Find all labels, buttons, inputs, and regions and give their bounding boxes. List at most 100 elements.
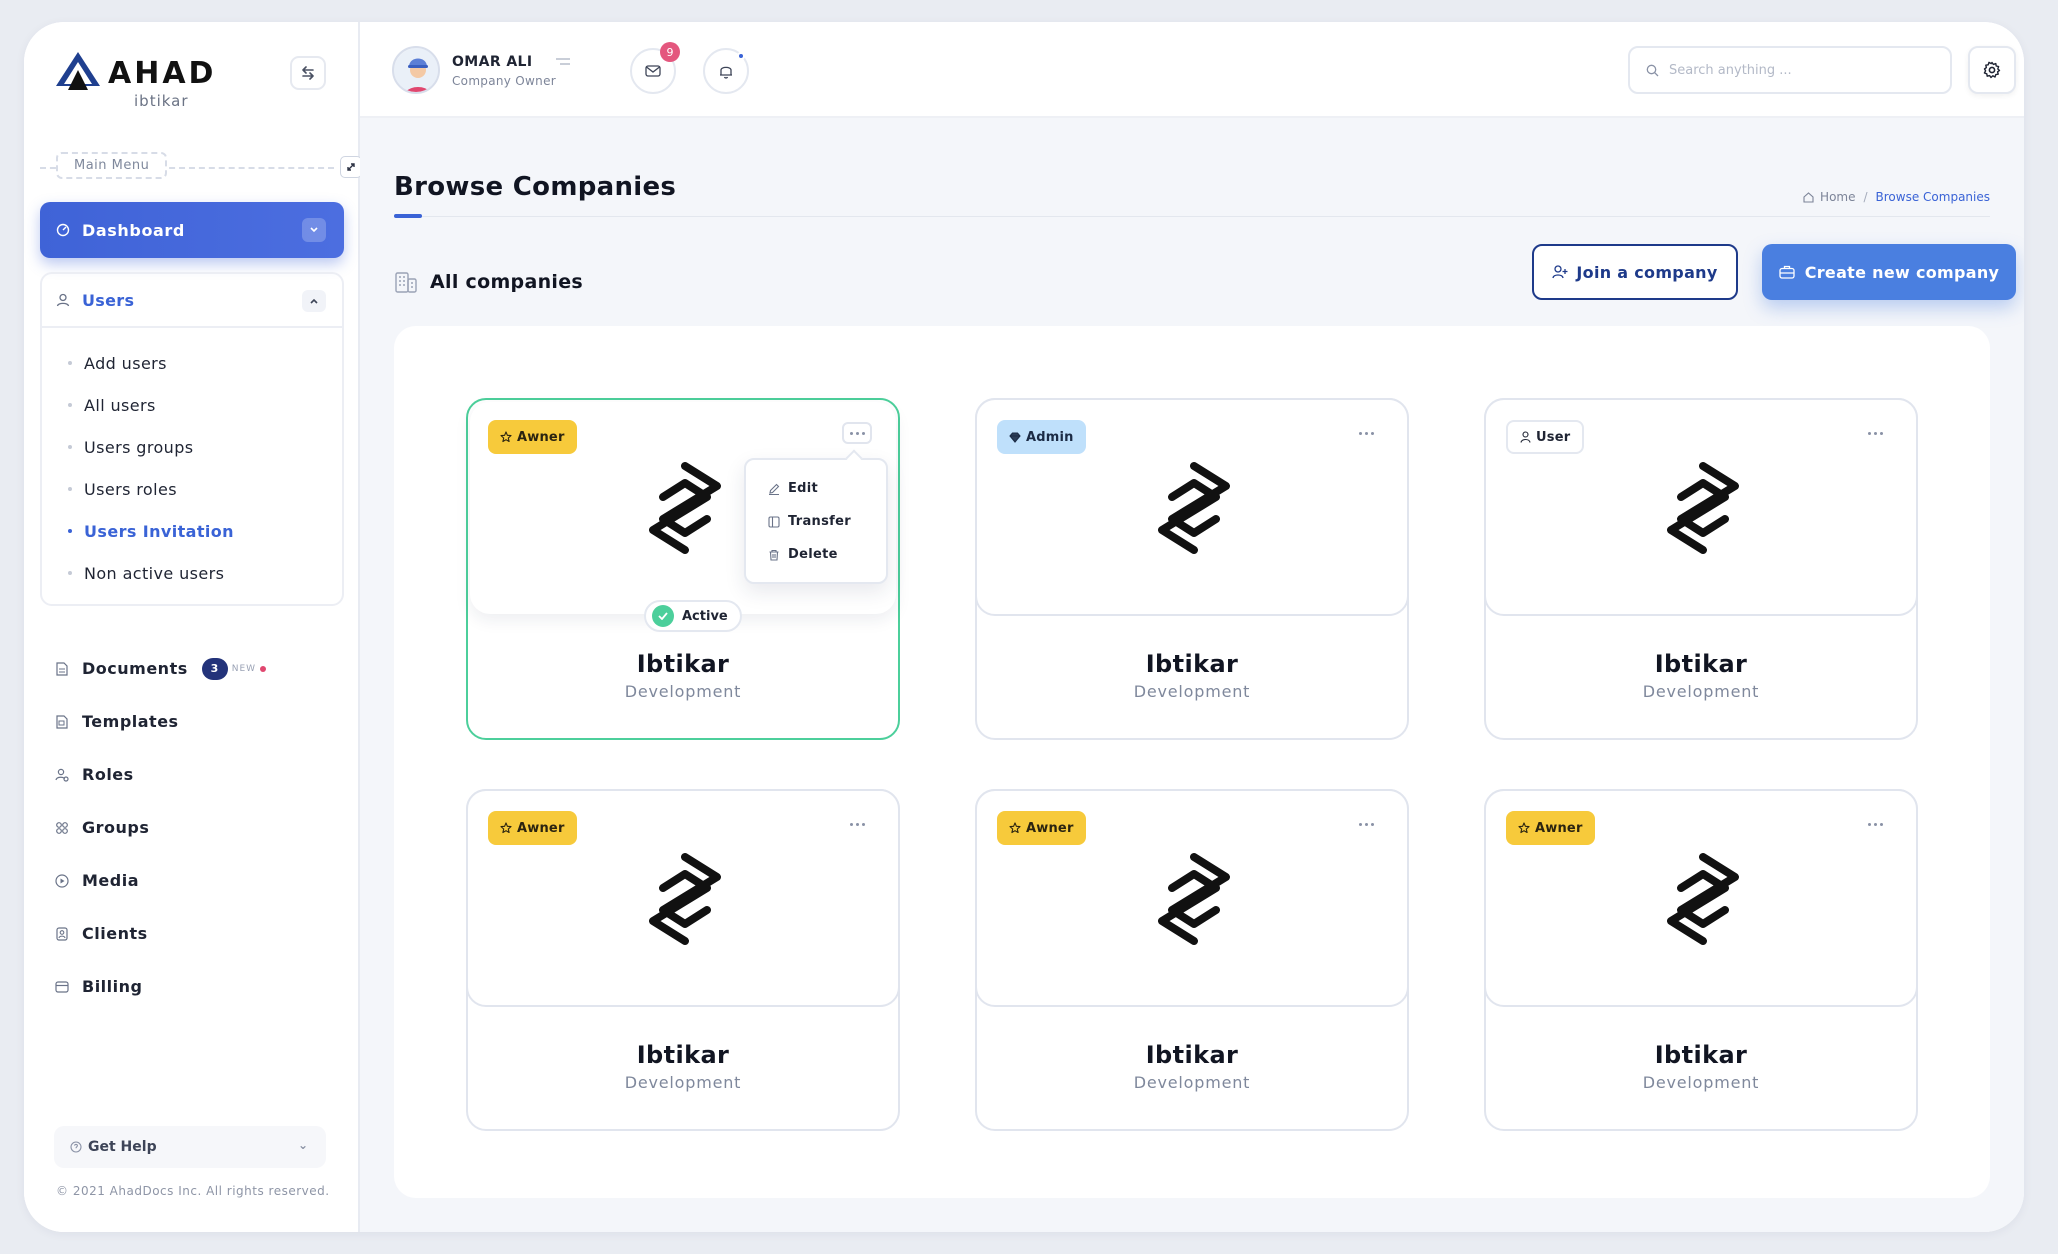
company-card[interactable]: Awner Ibtikar Development xyxy=(1484,789,1918,1131)
sidebar-item-documents[interactable]: Documents 3 NEW xyxy=(54,642,267,695)
sidebar-item-groups[interactable]: Groups xyxy=(54,801,266,854)
add-user-icon xyxy=(1552,265,1568,279)
menu-item-transfer[interactable]: Transfer xyxy=(746,505,886,538)
main-content: Browse Companies Home / Browse Companies… xyxy=(360,118,2024,1232)
company-name: Ibtikar xyxy=(1654,650,1748,678)
messages-button[interactable]: 9 xyxy=(630,42,680,94)
more-options-button[interactable] xyxy=(1351,422,1381,444)
join-company-button[interactable]: Join a company xyxy=(1532,244,1738,300)
company-logo-icon xyxy=(1158,462,1230,554)
logo[interactable]: AHAD ibtikar xyxy=(54,48,254,110)
search-field[interactable] xyxy=(1628,46,1952,94)
sidebar-item-clients[interactable]: Clients xyxy=(54,907,266,960)
template-icon xyxy=(54,714,70,730)
company-name: Ibtikar xyxy=(1654,1041,1748,1069)
create-company-button[interactable]: Create new company xyxy=(1762,244,2016,300)
dashboard-label: Dashboard xyxy=(82,220,185,240)
sidebar-item-templates[interactable]: Templates xyxy=(54,695,266,748)
home-icon xyxy=(1803,191,1814,203)
mail-icon xyxy=(645,65,661,77)
sidebar-item-media[interactable]: Media xyxy=(54,854,266,907)
search-input[interactable] xyxy=(1669,62,1929,78)
settings-button[interactable] xyxy=(1968,46,2016,94)
company-logo-icon xyxy=(649,853,721,945)
diamond-icon xyxy=(1009,431,1021,443)
sidebar-item-dashboard[interactable]: Dashboard xyxy=(40,202,344,258)
menu-lines-icon[interactable] xyxy=(556,58,570,66)
avatar[interactable] xyxy=(392,46,440,94)
briefcase-icon xyxy=(1779,265,1795,279)
breadcrumb-home[interactable]: Home xyxy=(1820,190,1855,204)
role-badge: Awner xyxy=(1506,811,1595,845)
app-window: AHAD ibtikar Main Menu Dashboard Users A… xyxy=(24,22,2024,1232)
users-label: Users xyxy=(82,290,135,310)
company-card[interactable]: Awner Ibtikar Development xyxy=(975,789,1409,1131)
more-options-button[interactable] xyxy=(842,422,872,444)
title-accent xyxy=(394,214,422,218)
role-badge: Awner xyxy=(488,420,577,454)
check-icon xyxy=(652,605,674,627)
copyright: © 2021 AhadDocs Inc. All rights reserved… xyxy=(56,1184,330,1198)
company-name: Ibtikar xyxy=(1145,1041,1239,1069)
documents-count-badge: 3 xyxy=(201,657,228,680)
expand-icon xyxy=(347,163,355,171)
more-options-button[interactable] xyxy=(842,813,872,835)
sidebar-item-all-users[interactable]: All users xyxy=(68,384,234,426)
brand-name: AHAD xyxy=(108,56,217,91)
sidebar-item-billing[interactable]: Billing xyxy=(54,960,266,1013)
dashboard-icon xyxy=(56,223,70,237)
company-category: Development xyxy=(1133,682,1251,701)
avatar-illustration-icon xyxy=(394,48,438,92)
company-category: Development xyxy=(1133,1073,1251,1092)
get-help-button[interactable]: Get Help ⌄ xyxy=(54,1126,326,1168)
users-menu-group: Users Add users All users Users groups U… xyxy=(40,272,344,606)
notifications-button[interactable] xyxy=(703,48,749,94)
user-name[interactable]: OMAR ALI xyxy=(452,54,533,70)
sidebar-item-users[interactable]: Users xyxy=(42,274,342,328)
topbar: OMAR ALI Company Owner 9 xyxy=(360,22,2024,118)
building-icon xyxy=(395,272,417,293)
user-role: Company Owner xyxy=(452,74,556,88)
sidebar-item-roles[interactable]: Roles xyxy=(54,748,266,801)
expand-menu-button[interactable] xyxy=(340,156,362,178)
company-logo-icon xyxy=(1667,853,1739,945)
documents-new-badge: NEW xyxy=(231,663,257,674)
groups-icon xyxy=(54,820,70,836)
roles-icon xyxy=(54,767,70,783)
company-card[interactable]: Awner Edit Transfer Delete Active Ibtika… xyxy=(466,398,900,740)
company-category: Development xyxy=(1642,682,1760,701)
gear-icon xyxy=(1983,61,2001,79)
transfer-icon xyxy=(768,515,780,528)
company-category: Development xyxy=(1642,1073,1760,1092)
title-divider xyxy=(394,216,1990,217)
role-badge: Admin xyxy=(997,420,1086,454)
menu-item-delete[interactable]: Delete xyxy=(746,538,886,571)
chevron-down-icon[interactable] xyxy=(302,218,326,242)
company-card[interactable]: Admin Ibtikar Development xyxy=(975,398,1409,740)
company-logo-icon xyxy=(1158,853,1230,945)
bell-icon xyxy=(720,66,732,79)
sidebar-item-users-roles[interactable]: Users roles xyxy=(68,468,234,510)
main-menu-label: Main Menu xyxy=(56,152,168,179)
chevron-up-icon[interactable] xyxy=(302,290,326,312)
sidebar-item-users-invitation[interactable]: Users Invitation xyxy=(68,510,234,552)
logo-mark-icon xyxy=(56,52,100,90)
company-name: Ibtikar xyxy=(636,650,730,678)
star-icon xyxy=(500,822,512,834)
company-card[interactable]: User Ibtikar Development xyxy=(1484,398,1918,740)
search-icon xyxy=(1646,64,1659,76)
sidebar-toggle-button[interactable] xyxy=(290,56,326,90)
section-header: All companies xyxy=(394,270,583,294)
company-card[interactable]: Awner Ibtikar Development xyxy=(466,789,900,1131)
more-options-button[interactable] xyxy=(1351,813,1381,835)
sidebar-nav: Documents 3 NEW Templates Roles Groups M… xyxy=(54,642,267,1013)
page-title: Browse Companies xyxy=(394,172,677,202)
more-options-button[interactable] xyxy=(1860,813,1890,835)
sidebar-item-users-groups[interactable]: Users groups xyxy=(68,426,234,468)
star-icon xyxy=(500,431,512,443)
sidebar-item-non-active-users[interactable]: Non active users xyxy=(68,552,234,594)
menu-item-edit[interactable]: Edit xyxy=(746,472,886,505)
more-options-button[interactable] xyxy=(1860,422,1890,444)
sidebar-item-add-users[interactable]: Add users xyxy=(68,342,234,384)
billing-icon xyxy=(54,979,70,995)
